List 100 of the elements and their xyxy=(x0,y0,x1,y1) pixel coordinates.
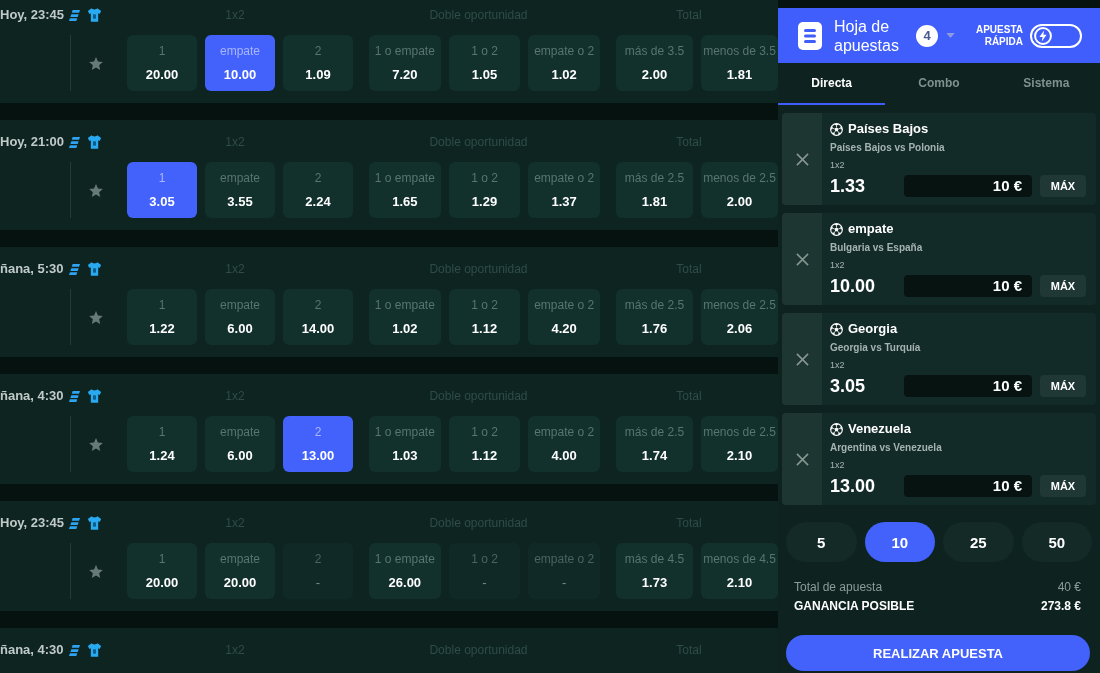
bet-odds: 10.00 xyxy=(830,275,877,297)
stake-field[interactable]: 10 € xyxy=(904,475,1032,497)
match-time: ñana, 5:30 xyxy=(0,261,64,277)
bet-odds: 3.05 xyxy=(830,375,867,397)
match-time: Hoy, 23:45 xyxy=(0,7,65,23)
odds-button[interactable]: 1 3.05 xyxy=(127,162,197,218)
odds-button[interactable]: menos de 2.5 2.06 xyxy=(701,289,778,345)
stripes-icon[interactable] xyxy=(68,389,80,403)
quick-stake-button[interactable]: 5 xyxy=(786,522,857,562)
star-icon[interactable] xyxy=(88,564,103,578)
shirt-icon[interactable] xyxy=(87,516,103,530)
odds-button[interactable]: 1 o empate 1.65 xyxy=(369,162,441,218)
odds-button[interactable]: más de 2.5 1.81 xyxy=(616,162,693,218)
market-name: 1x2 xyxy=(830,359,846,371)
max-button[interactable]: MÁX xyxy=(1040,475,1086,497)
odds-button[interactable]: 1 o 2 1.12 xyxy=(448,289,521,345)
odds-button[interactable]: 1 o empate 7.20 xyxy=(369,35,441,91)
stripes-icon[interactable] xyxy=(68,643,80,657)
shirt-icon[interactable] xyxy=(86,643,102,657)
match-name: Argentina vs Venezuela xyxy=(830,441,943,455)
winnings-value: 273.8 € xyxy=(1040,599,1081,613)
star-icon[interactable] xyxy=(88,437,103,451)
max-button[interactable]: MÁX xyxy=(1040,275,1086,297)
odds-button[interactable]: empate 20.00 xyxy=(205,543,275,599)
odds-button[interactable]: más de 3.5 2.00 xyxy=(616,35,693,91)
selection-name: Georgia xyxy=(848,321,898,337)
odds-button[interactable]: 2 13.00 xyxy=(283,416,353,472)
quick-stake-button[interactable]: 10 xyxy=(864,522,935,562)
winnings-label: GANANCIA POSIBLE xyxy=(794,599,915,613)
max-button[interactable]: MÁX xyxy=(1040,175,1086,197)
odds-button[interactable]: empate 6.00 xyxy=(205,416,275,472)
selection-name: Países Bajos xyxy=(848,121,929,137)
match-time: ñana, 4:30 xyxy=(0,642,64,658)
odds-button[interactable]: más de 2.5 1.74 xyxy=(616,416,693,472)
betslip-tab[interactable]: Directa xyxy=(778,63,886,105)
odds-button[interactable]: 1 20.00 xyxy=(127,543,197,599)
odds-button[interactable]: 1 o empate 26.00 xyxy=(369,543,441,599)
shirt-icon[interactable] xyxy=(87,135,103,149)
match-name: Países Bajos vs Polonia xyxy=(830,141,946,155)
betslip-title: Hoja de apuestas xyxy=(834,16,900,55)
odds-button[interactable]: menos de 3.5 1.81 xyxy=(701,35,778,91)
odds-button[interactable]: empate o 2 4.00 xyxy=(528,416,600,472)
odds-button[interactable]: empate o 2 4.20 xyxy=(528,289,600,345)
toggle-switch[interactable] xyxy=(1030,23,1082,48)
odds-button[interactable]: 1 1.24 xyxy=(127,416,197,472)
odds-button[interactable]: 1 20.00 xyxy=(127,35,197,91)
odds-button[interactable]: 1 o 2 1.29 xyxy=(448,162,521,218)
shirt-icon[interactable] xyxy=(87,8,103,22)
quick-stake-button[interactable]: 50 xyxy=(1021,522,1092,562)
stripes-icon[interactable] xyxy=(69,8,81,22)
stripes-icon[interactable] xyxy=(69,135,81,149)
list-icon xyxy=(798,21,822,50)
max-button[interactable]: MÁX xyxy=(1040,375,1086,397)
close-icon xyxy=(795,452,809,466)
count-badge: 4 xyxy=(916,24,938,47)
odds-button[interactable]: empate 6.00 xyxy=(205,289,275,345)
match-time: Hoy, 21:00 xyxy=(0,134,65,150)
market-name: 1x2 xyxy=(830,259,846,271)
selection-name: Venezuela xyxy=(848,421,911,437)
star-icon[interactable] xyxy=(88,56,103,70)
odds-button[interactable]: empate o 2 1.02 xyxy=(528,35,600,91)
selection-name: empate xyxy=(848,221,894,237)
odds-button[interactable]: empate 10.00 xyxy=(205,35,275,91)
stake-field[interactable]: 10 € xyxy=(904,175,1032,197)
odds-button[interactable]: 1 o empate 1.03 xyxy=(369,416,441,472)
odds-button[interactable]: 2 14.00 xyxy=(283,289,353,345)
odds-button[interactable]: empate o 2 1.37 xyxy=(528,162,600,218)
odds-button[interactable]: más de 4.5 1.73 xyxy=(616,543,693,599)
odds-button[interactable]: 2 1.09 xyxy=(283,35,353,91)
odds-button[interactable]: más de 2.5 1.76 xyxy=(616,289,693,345)
odds-button[interactable]: 1 o 2 1.12 xyxy=(448,416,521,472)
stake-field[interactable]: 10 € xyxy=(904,375,1032,397)
match-name: Georgia vs Turquía xyxy=(830,341,922,355)
star-icon[interactable] xyxy=(88,183,103,197)
soccer-ball-icon xyxy=(830,322,843,336)
stripes-icon[interactable] xyxy=(68,262,80,276)
close-icon xyxy=(795,152,809,166)
star-icon[interactable] xyxy=(88,310,103,324)
close-icon xyxy=(795,352,809,366)
odds-button[interactable]: 1 o 2 1.05 xyxy=(448,35,521,91)
stake-field[interactable]: 10 € xyxy=(904,275,1032,297)
quick-stake-button[interactable]: 25 xyxy=(943,522,1014,562)
odds-button[interactable]: 1 o empate 1.02 xyxy=(369,289,441,345)
odds-button[interactable]: 2 2.24 xyxy=(283,162,353,218)
odds-button[interactable]: 1 1.22 xyxy=(127,289,197,345)
odds-button[interactable]: empate 3.55 xyxy=(205,162,275,218)
stripes-icon[interactable] xyxy=(69,516,81,530)
odds-button[interactable]: menos de 2.5 2.10 xyxy=(701,416,778,472)
odds-button[interactable]: menos de 4.5 2.10 xyxy=(701,543,778,599)
odds-button[interactable]: menos de 2.5 2.00 xyxy=(701,162,778,218)
match-time: ñana, 4:30 xyxy=(0,388,64,404)
place-bet-button[interactable]: REALIZAR APUESTA xyxy=(786,635,1090,671)
shirt-icon[interactable] xyxy=(86,389,102,403)
shirt-icon[interactable] xyxy=(86,262,102,276)
market-name: 1x2 xyxy=(830,159,846,171)
betslip-tab[interactable]: Sistema xyxy=(992,63,1100,105)
betslip-tab[interactable]: Combo xyxy=(885,63,993,105)
bet-odds: 13.00 xyxy=(830,475,877,497)
match-name: Bulgaria vs España xyxy=(830,241,924,255)
market-name: 1x2 xyxy=(830,459,846,471)
